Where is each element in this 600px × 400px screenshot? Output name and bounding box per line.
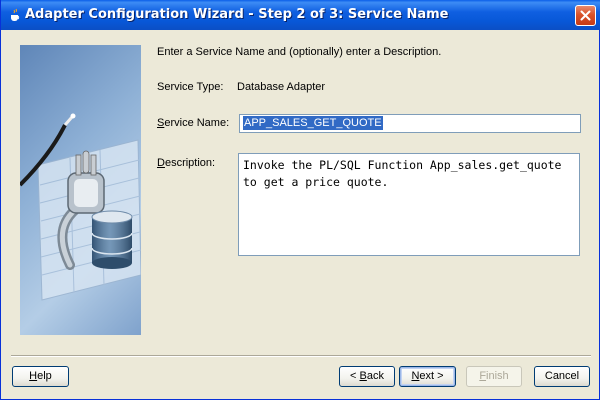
service-name-input[interactable]: APP_SALES_GET_QUOTE	[239, 114, 581, 133]
java-cup-icon	[8, 8, 22, 22]
next-button[interactable]: Next >	[399, 366, 456, 387]
description-label: Description:	[157, 157, 215, 169]
plug-and-database-illustration	[20, 113, 141, 301]
instructions-text: Enter a Service Name and (optionally) en…	[157, 46, 442, 58]
service-name-label: Service Name:	[157, 117, 229, 129]
window-title: Adapter Configuration Wizard - Step 2 of…	[25, 7, 449, 22]
service-type-label: Service Type:	[157, 81, 224, 93]
help-label: elp	[37, 370, 52, 382]
service-type-value: Database Adapter	[237, 81, 326, 93]
button-divider	[11, 355, 591, 357]
back-mnemonic: B	[359, 370, 367, 382]
cancel-button[interactable]: Cancel	[534, 366, 590, 387]
help-button[interactable]: Help	[12, 366, 69, 387]
description-mnemonic: D	[157, 157, 165, 169]
finish-label: inish	[486, 370, 509, 382]
next-label: ext >	[419, 370, 444, 382]
description-textarea[interactable]: Invoke the PL/SQL Function App_sales.get…	[238, 153, 580, 256]
title-bar[interactable]: Adapter Configuration Wizard - Step 2 of…	[1, 0, 600, 30]
wizard-illustration	[20, 45, 141, 335]
help-mnemonic: H	[29, 370, 38, 382]
close-button[interactable]	[575, 5, 596, 26]
back-label: ack	[366, 370, 384, 382]
description-label-text: escription:	[164, 157, 216, 169]
service-name-label-text: ervice Name:	[164, 117, 230, 129]
service-name-value: APP_SALES_GET_QUOTE	[243, 116, 383, 130]
close-icon	[580, 10, 591, 21]
finish-button: Finish	[466, 366, 522, 387]
back-button[interactable]: < Back	[339, 366, 395, 387]
back-prefix: <	[350, 370, 360, 382]
wizard-window: Adapter Configuration Wizard - Step 2 of…	[0, 0, 600, 400]
